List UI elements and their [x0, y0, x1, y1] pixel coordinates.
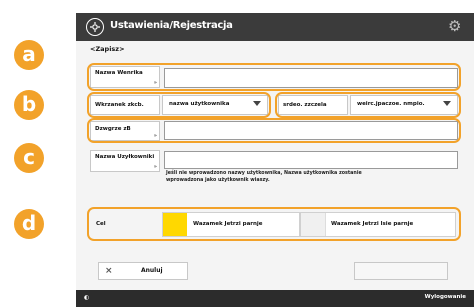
screen-title: Ustawienia/Rejestracja — [110, 20, 233, 31]
highlight-d — [87, 207, 461, 241]
status-footer: ◐ Wylogowanie — [76, 290, 474, 307]
display-name-field[interactable] — [164, 151, 458, 169]
close-icon: × — [105, 266, 113, 276]
badge-b: b — [14, 90, 44, 120]
logout-button[interactable]: Wylogowanie — [425, 294, 466, 300]
settings-menu-icon — [86, 18, 104, 36]
highlight-b-right — [275, 92, 461, 118]
display-name-label-button[interactable]: Nazwa Uzyłkowniki » — [90, 150, 160, 172]
display-name-note: Jeśli nie wprowadzono nazwy użytkownika,… — [166, 171, 362, 183]
highlight-b-left — [87, 92, 271, 118]
badge-c: c — [14, 143, 44, 173]
highlight-c — [87, 118, 461, 143]
status-icon: ◐ — [84, 294, 90, 301]
ok-button[interactable] — [354, 262, 448, 280]
badge-d: d — [14, 209, 44, 239]
badge-a: a — [14, 40, 44, 70]
cancel-button[interactable]: × Anuluj — [98, 262, 188, 280]
gear-icon[interactable]: ⚙ — [448, 18, 464, 34]
page-subheader: <Zapisz> — [90, 45, 125, 53]
title-bar: Ustawienia/Rejestracja ⚙ — [76, 13, 474, 41]
chevron-right-icon: » — [153, 164, 157, 170]
highlight-a — [87, 63, 461, 91]
